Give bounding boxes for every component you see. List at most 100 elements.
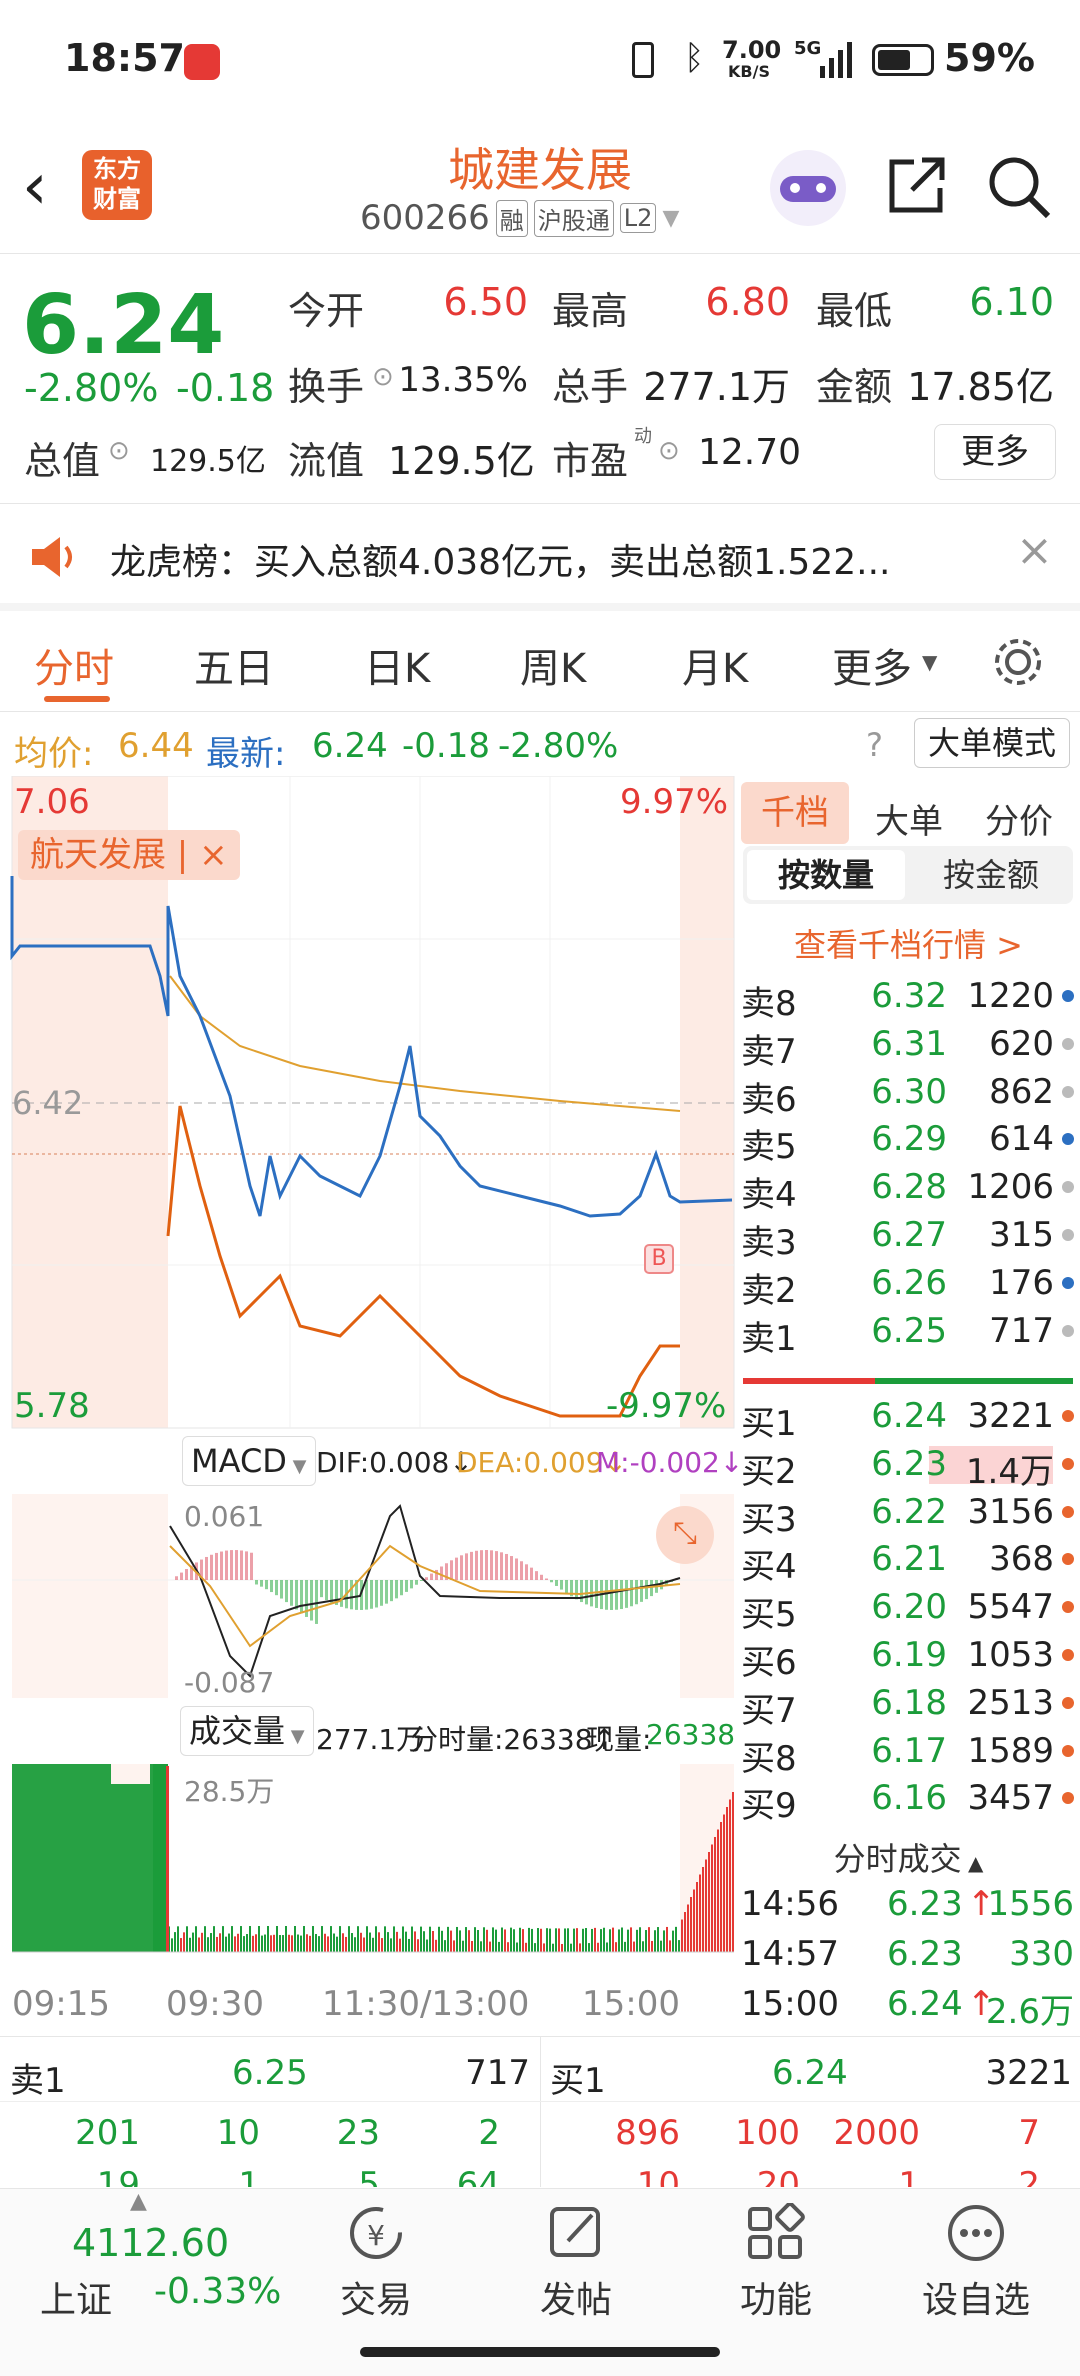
- volume-bar: [699, 1874, 701, 1952]
- volume-bar: [186, 1926, 188, 1952]
- volume-bar: [372, 1937, 374, 1952]
- order-dot-icon: [1062, 1276, 1074, 1289]
- volume-bar: [321, 1926, 323, 1952]
- nav-trade[interactable]: ¥ 交易: [296, 2203, 456, 2323]
- tick-price: 6.23: [887, 1934, 963, 1974]
- info-icon[interactable]: ⊙: [372, 362, 394, 392]
- tab-big-orders[interactable]: 大单: [875, 794, 943, 843]
- expand-icon[interactable]: ⤡: [656, 1506, 714, 1564]
- bid-row[interactable]: 买6 6.19 1053: [737, 1631, 1080, 1683]
- ask-row[interactable]: 卖2 6.26 176: [737, 1259, 1080, 1311]
- macd-bar: [550, 1580, 553, 1583]
- tab-day-k[interactable]: 日K: [364, 636, 430, 694]
- status-time: 18:57: [64, 36, 185, 80]
- order-dot-icon: [1062, 1696, 1074, 1709]
- notice-bar[interactable]: 龙虎榜：买入总额4.038亿元，卖出总额1.522... ×: [0, 505, 1080, 611]
- bid-price: 6.20: [871, 1587, 947, 1628]
- change-pct: -2.80%: [24, 366, 159, 410]
- overlay-stock-tag[interactable]: 航天发展 | ×: [18, 830, 240, 880]
- svg-text:¥: ¥: [367, 2219, 385, 2252]
- info-icon[interactable]: ⊙: [658, 436, 680, 466]
- volume-bar: [24, 1764, 27, 1952]
- ask-row[interactable]: 卖5 6.29 614: [737, 1115, 1080, 1167]
- volume-bar: [687, 1904, 689, 1952]
- volume-bar: [600, 1929, 602, 1952]
- volume-bar: [627, 1929, 629, 1952]
- volume-bar: [711, 1844, 713, 1952]
- macd-bar: [265, 1580, 268, 1590]
- tab-month-k[interactable]: 月K: [682, 636, 748, 694]
- big-order-mode-button[interactable]: 大单模式: [914, 718, 1070, 768]
- macd-selector[interactable]: MACD ▼: [182, 1436, 316, 1486]
- volume-bar: [381, 1938, 383, 1952]
- share-icon[interactable]: [884, 154, 948, 222]
- nav-features[interactable]: 功能: [696, 2203, 856, 2323]
- ask-row[interactable]: 卖6 6.30 862: [737, 1068, 1080, 1120]
- index-value[interactable]: 4112.60: [72, 2221, 229, 2265]
- ticks-title[interactable]: 分时成交 ▲: [737, 1834, 1080, 1880]
- ask-row[interactable]: 卖3 6.27 315: [737, 1211, 1080, 1263]
- nav-watchlist[interactable]: 设自选: [896, 2203, 1056, 2323]
- mcap-value: 129.5亿: [150, 444, 266, 479]
- bid-row[interactable]: 买7 6.18 2513: [737, 1679, 1080, 1731]
- robot-avatar-icon[interactable]: [770, 150, 846, 226]
- search-icon[interactable]: [986, 154, 1052, 224]
- nav-post[interactable]: 发帖: [496, 2203, 656, 2323]
- bid-row[interactable]: 买1 6.24 3221: [737, 1392, 1080, 1444]
- volume-bar: [243, 1936, 245, 1952]
- bid-row[interactable]: 买9 6.16 3457: [737, 1774, 1080, 1826]
- close-icon[interactable]: ×: [1016, 525, 1053, 576]
- help-icon[interactable]: ?: [866, 726, 883, 764]
- intraday-chart-area[interactable]: 7.06 9.97% 5.78 -9.97% 6.42 航天发展 | × B M…: [0, 775, 743, 2036]
- macd-bar: [500, 1552, 503, 1580]
- dropdown-icon[interactable]: ▼: [662, 206, 679, 231]
- ask-row[interactable]: 卖7 6.31 620: [737, 1020, 1080, 1072]
- ask-row[interactable]: 卖1 6.25 717: [737, 1307, 1080, 1359]
- tab-five-day[interactable]: 五日: [194, 636, 274, 694]
- volume-bar: [330, 1926, 332, 1952]
- bid-row[interactable]: 买5 6.20 5547: [737, 1583, 1080, 1635]
- bid-label: 买7: [741, 1690, 797, 1731]
- volume-bar: [276, 1926, 278, 1952]
- tab-more[interactable]: 更多: [832, 636, 912, 694]
- bid-row[interactable]: 买8 6.17 1589: [737, 1727, 1080, 1779]
- back-icon[interactable]: ‹: [22, 150, 48, 224]
- sub-tab-by-qty[interactable]: 按数量: [747, 850, 905, 900]
- depth-link[interactable]: 查看千档行情 >: [737, 920, 1080, 966]
- tab-intraday[interactable]: 分时: [34, 636, 114, 694]
- ask-row[interactable]: 卖8 6.32 1220: [737, 972, 1080, 1024]
- volume-bar: [693, 1889, 695, 1952]
- tab-depth[interactable]: 千档: [741, 782, 849, 844]
- amount-value: 17.85亿: [907, 365, 1054, 409]
- buy-marker[interactable]: B: [644, 1244, 674, 1274]
- overlay-stock-line: [166, 1105, 680, 1418]
- info-icon[interactable]: ⊙: [108, 436, 130, 466]
- ask-row[interactable]: 卖4 6.28 1206: [737, 1163, 1080, 1215]
- macd-bar: [220, 1551, 223, 1580]
- volume-bar: [516, 1942, 518, 1952]
- volume-bar: [603, 1927, 605, 1952]
- volume-bar: [582, 1928, 584, 1952]
- macd-bar: [645, 1580, 648, 1600]
- ask-label: 卖3: [741, 1223, 797, 1263]
- bid-price: 6.24: [871, 1396, 947, 1436]
- tab-price-dist[interactable]: 分价: [985, 794, 1053, 843]
- volume-bar: [447, 1926, 449, 1952]
- tick-list: 14:56 6.23 ↑ 1556 14:57 6.23 330 15:00 6.24 ↑ 2.6万: [737, 1880, 1080, 2032]
- volume-bar: [657, 1927, 659, 1952]
- more-button[interactable]: 更多: [934, 424, 1056, 480]
- macd-bar: [540, 1574, 543, 1580]
- macd-bar: [460, 1555, 463, 1580]
- bid-row[interactable]: 买3 6.22 3156: [737, 1488, 1080, 1540]
- sub-tab-by-amount[interactable]: 按金额: [913, 850, 1069, 900]
- gear-icon[interactable]: [990, 634, 1046, 694]
- volume-selector[interactable]: 成交量 ▼: [180, 1706, 314, 1756]
- ticks-title-text: 分时成交: [833, 1840, 962, 1878]
- tab-week-k[interactable]: 周K: [520, 636, 586, 694]
- volume-bar: [528, 1927, 530, 1952]
- prev-close-label: 6.42: [12, 1084, 84, 1122]
- volume-bar: [42, 1764, 45, 1952]
- low-value: 6.10: [969, 280, 1054, 324]
- bid-row[interactable]: 买4 6.21 368: [737, 1535, 1080, 1587]
- bid-row[interactable]: 买2 6.23 1.4万: [737, 1440, 1080, 1492]
